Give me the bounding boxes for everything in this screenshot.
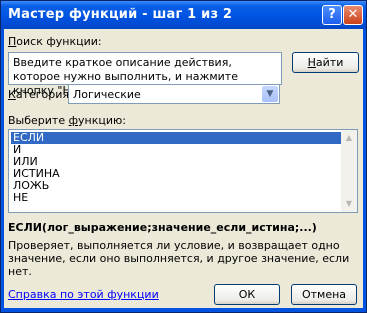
close-button[interactable]: ✕ <box>343 5 363 25</box>
list-item[interactable]: ИСТИНА <box>11 168 343 180</box>
scroll-down-icon[interactable]: ▼ <box>341 196 357 212</box>
ok-button[interactable]: ОК <box>214 284 280 305</box>
list-item[interactable]: ЛОЖЬ <box>11 180 343 192</box>
function-label-prefix: Выберите <box>8 114 69 127</box>
cancel-button[interactable]: Отмена <box>291 284 357 305</box>
list-item[interactable]: И <box>11 144 343 156</box>
find-button[interactable]: Найти <box>292 52 359 73</box>
function-label-accel: ф <box>68 114 78 127</box>
chevron-down-icon[interactable]: ▼ <box>262 86 278 102</box>
window-title: Мастер функций - шаг 1 из 2 <box>8 7 233 22</box>
list-item[interactable]: ЕСЛИ <box>11 132 343 144</box>
find-label-accel: Н <box>307 56 316 69</box>
function-description: Проверяет, выполняется ли условие, и воз… <box>8 239 350 278</box>
category-label-accel: К <box>8 88 16 101</box>
function-label-rest: ункцию: <box>78 114 126 127</box>
search-label: Поиск функции: <box>8 35 102 48</box>
dialog-body: Поиск функции: Введите краткое описание … <box>4 29 363 308</box>
list-scrollbar[interactable]: ▲ ▼ <box>341 130 357 212</box>
category-value: Логические <box>73 88 141 101</box>
list-item[interactable]: ИЛИ <box>11 156 343 168</box>
function-list-label: Выберите функцию: <box>8 114 126 127</box>
category-select[interactable]: Логические ▼ <box>68 84 280 104</box>
category-label-rest: атегория: <box>15 88 73 101</box>
scroll-up-icon[interactable]: ▲ <box>341 130 357 146</box>
category-label: Категория: <box>8 88 73 101</box>
function-syntax: ЕСЛИ(лог_выражение;значение_если_истина;… <box>8 221 317 234</box>
function-wizard-window: Мастер функций - шаг 1 из 2 ? ✕ Поиск фу… <box>0 0 367 313</box>
search-label-rest: оиск функции: <box>16 35 102 48</box>
search-input[interactable]: Введите краткое описание действия, котор… <box>8 52 282 97</box>
find-label-rest: айти <box>315 56 344 69</box>
title-bar[interactable]: Мастер функций - шаг 1 из 2 ? ✕ <box>1 1 366 29</box>
help-button[interactable]: ? <box>322 5 342 25</box>
function-help-link[interactable]: Справка по этой функции <box>8 288 159 301</box>
function-list[interactable]: ЕСЛИ И ИЛИ ИСТИНА ЛОЖЬ НЕ ▲ ▼ <box>8 129 358 213</box>
list-item[interactable]: НЕ <box>11 192 343 204</box>
